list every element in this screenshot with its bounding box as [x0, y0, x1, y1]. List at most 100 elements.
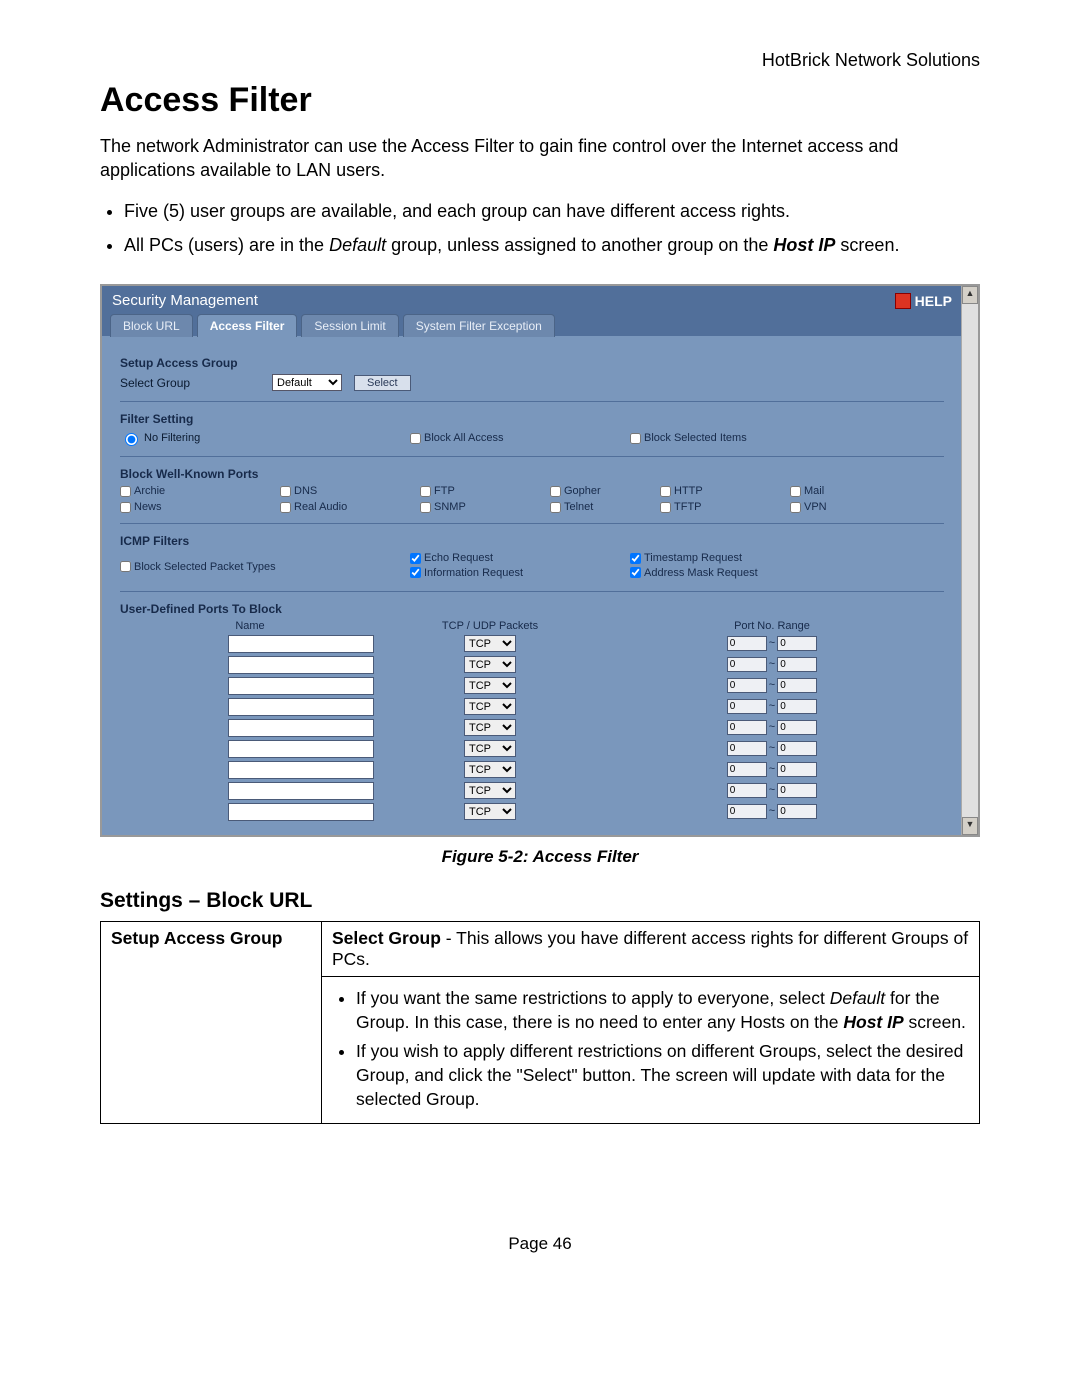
port-row-proto: TCP — [390, 782, 590, 800]
chk-addrmask[interactable]: Address Mask Request — [630, 567, 758, 579]
settings-table-row1: Select Group - This allows you have diff… — [322, 922, 980, 977]
chk-http[interactable]: HTTP — [660, 485, 780, 497]
port-row-name — [120, 635, 380, 653]
chk-vpn[interactable]: VPN — [790, 501, 880, 513]
port-row-name — [120, 677, 380, 695]
port-row-proto: TCP — [390, 656, 590, 674]
port-row-name — [120, 698, 380, 716]
chk-info[interactable]: Information Request — [410, 567, 523, 579]
port-to-input[interactable] — [777, 636, 817, 651]
port-from-input[interactable] — [727, 783, 767, 798]
chk-snmp[interactable]: SNMP — [420, 501, 540, 513]
proto-select[interactable]: TCP — [464, 656, 516, 673]
port-name-input[interactable] — [228, 656, 374, 674]
port-from-input[interactable] — [727, 636, 767, 651]
proto-select[interactable]: TCP — [464, 698, 516, 715]
port-to-input[interactable] — [777, 720, 817, 735]
port-name-input[interactable] — [228, 803, 374, 821]
tab-system-filter[interactable]: System Filter Exception — [403, 314, 555, 337]
tab-block-url[interactable]: Block URL — [110, 314, 193, 337]
port-row-range: ~ — [600, 782, 944, 800]
chk-block-packet-types[interactable]: Block Selected Packet Types — [120, 561, 400, 573]
port-row-range: ~ — [600, 635, 944, 653]
proto-select[interactable]: TCP — [464, 677, 516, 694]
port-name-input[interactable] — [228, 677, 374, 695]
setup-access-group-label: Setup Access Group — [120, 356, 944, 370]
port-row-range: ~ — [600, 698, 944, 716]
page-number: Page 46 — [100, 1234, 980, 1254]
tab-session-limit[interactable]: Session Limit — [301, 314, 398, 337]
port-name-input[interactable] — [228, 719, 374, 737]
page-title: Access Filter — [100, 81, 980, 120]
port-row-proto: TCP — [390, 698, 590, 716]
port-row-name — [120, 803, 380, 821]
proto-select[interactable]: TCP — [464, 782, 516, 799]
port-to-input[interactable] — [777, 678, 817, 693]
proto-select[interactable]: TCP — [464, 719, 516, 736]
port-from-input[interactable] — [727, 678, 767, 693]
port-name-input[interactable] — [228, 698, 374, 716]
port-to-input[interactable] — [777, 762, 817, 777]
port-row-proto: TCP — [390, 740, 590, 758]
radio-no-filtering[interactable]: No Filtering — [120, 430, 400, 446]
tilde: ~ — [767, 763, 777, 775]
bullet-2: All PCs (users) are in the Default group… — [124, 231, 980, 260]
chk-ftp[interactable]: FTP — [420, 485, 540, 497]
icmp-label: ICMP Filters — [120, 534, 944, 548]
chk-telnet[interactable]: Telnet — [550, 501, 650, 513]
port-row-range: ~ — [600, 656, 944, 674]
wellknown-label: Block Well-Known Ports — [120, 467, 944, 481]
help-button[interactable]: HELP — [895, 293, 952, 309]
chk-realaudio[interactable]: Real Audio — [280, 501, 410, 513]
port-to-input[interactable] — [777, 699, 817, 714]
select-button[interactable]: Select — [354, 375, 411, 391]
chk-gopher[interactable]: Gopher — [550, 485, 650, 497]
port-to-input[interactable] — [777, 804, 817, 819]
chk-echo[interactable]: Echo Request — [410, 552, 493, 564]
group-select[interactable]: Default — [272, 374, 342, 391]
port-from-input[interactable] — [727, 804, 767, 819]
chk-tftp[interactable]: TFTP — [660, 501, 780, 513]
port-from-input[interactable] — [727, 720, 767, 735]
th-name: Name — [120, 620, 380, 632]
port-name-input[interactable] — [228, 740, 374, 758]
port-row-range: ~ — [600, 803, 944, 821]
proto-select[interactable]: TCP — [464, 803, 516, 820]
port-from-input[interactable] — [727, 762, 767, 777]
chk-archie[interactable]: Archie — [120, 485, 270, 497]
port-row-proto: TCP — [390, 677, 590, 695]
chk-news[interactable]: News — [120, 501, 270, 513]
port-row-range: ~ — [600, 761, 944, 779]
port-row-range: ~ — [600, 719, 944, 737]
chk-mail[interactable]: Mail — [790, 485, 880, 497]
port-name-input[interactable] — [228, 761, 374, 779]
port-to-input[interactable] — [777, 783, 817, 798]
tilde: ~ — [767, 721, 777, 733]
settings-table-left: Setup Access Group — [101, 922, 322, 1124]
settings-subheading: Settings – Block URL — [100, 889, 980, 913]
chk-dns[interactable]: DNS — [280, 485, 410, 497]
th-packets: TCP / UDP Packets — [390, 620, 590, 632]
scroll-up-button[interactable]: ▲ — [962, 286, 978, 304]
proto-select[interactable]: TCP — [464, 761, 516, 778]
scrollbar[interactable]: ▲ ▼ — [961, 286, 978, 835]
port-name-input[interactable] — [228, 635, 374, 653]
scroll-down-button[interactable]: ▼ — [962, 817, 978, 835]
port-to-input[interactable] — [777, 741, 817, 756]
tab-access-filter[interactable]: Access Filter — [197, 314, 298, 337]
port-from-input[interactable] — [727, 699, 767, 714]
port-from-input[interactable] — [727, 657, 767, 672]
port-row-name — [120, 740, 380, 758]
tilde: ~ — [767, 784, 777, 796]
port-from-input[interactable] — [727, 741, 767, 756]
radio-block-all[interactable]: Block All Access — [410, 432, 620, 444]
chk-timestamp[interactable]: Timestamp Request — [630, 552, 742, 564]
port-name-input[interactable] — [228, 782, 374, 800]
radio-block-selected[interactable]: Block Selected Items — [630, 432, 944, 444]
tabs: Block URL Access Filter Session Limit Sy… — [102, 313, 962, 336]
proto-select[interactable]: TCP — [464, 635, 516, 652]
port-to-input[interactable] — [777, 657, 817, 672]
port-row-range: ~ — [600, 740, 944, 758]
port-row-proto: TCP — [390, 719, 590, 737]
proto-select[interactable]: TCP — [464, 740, 516, 757]
